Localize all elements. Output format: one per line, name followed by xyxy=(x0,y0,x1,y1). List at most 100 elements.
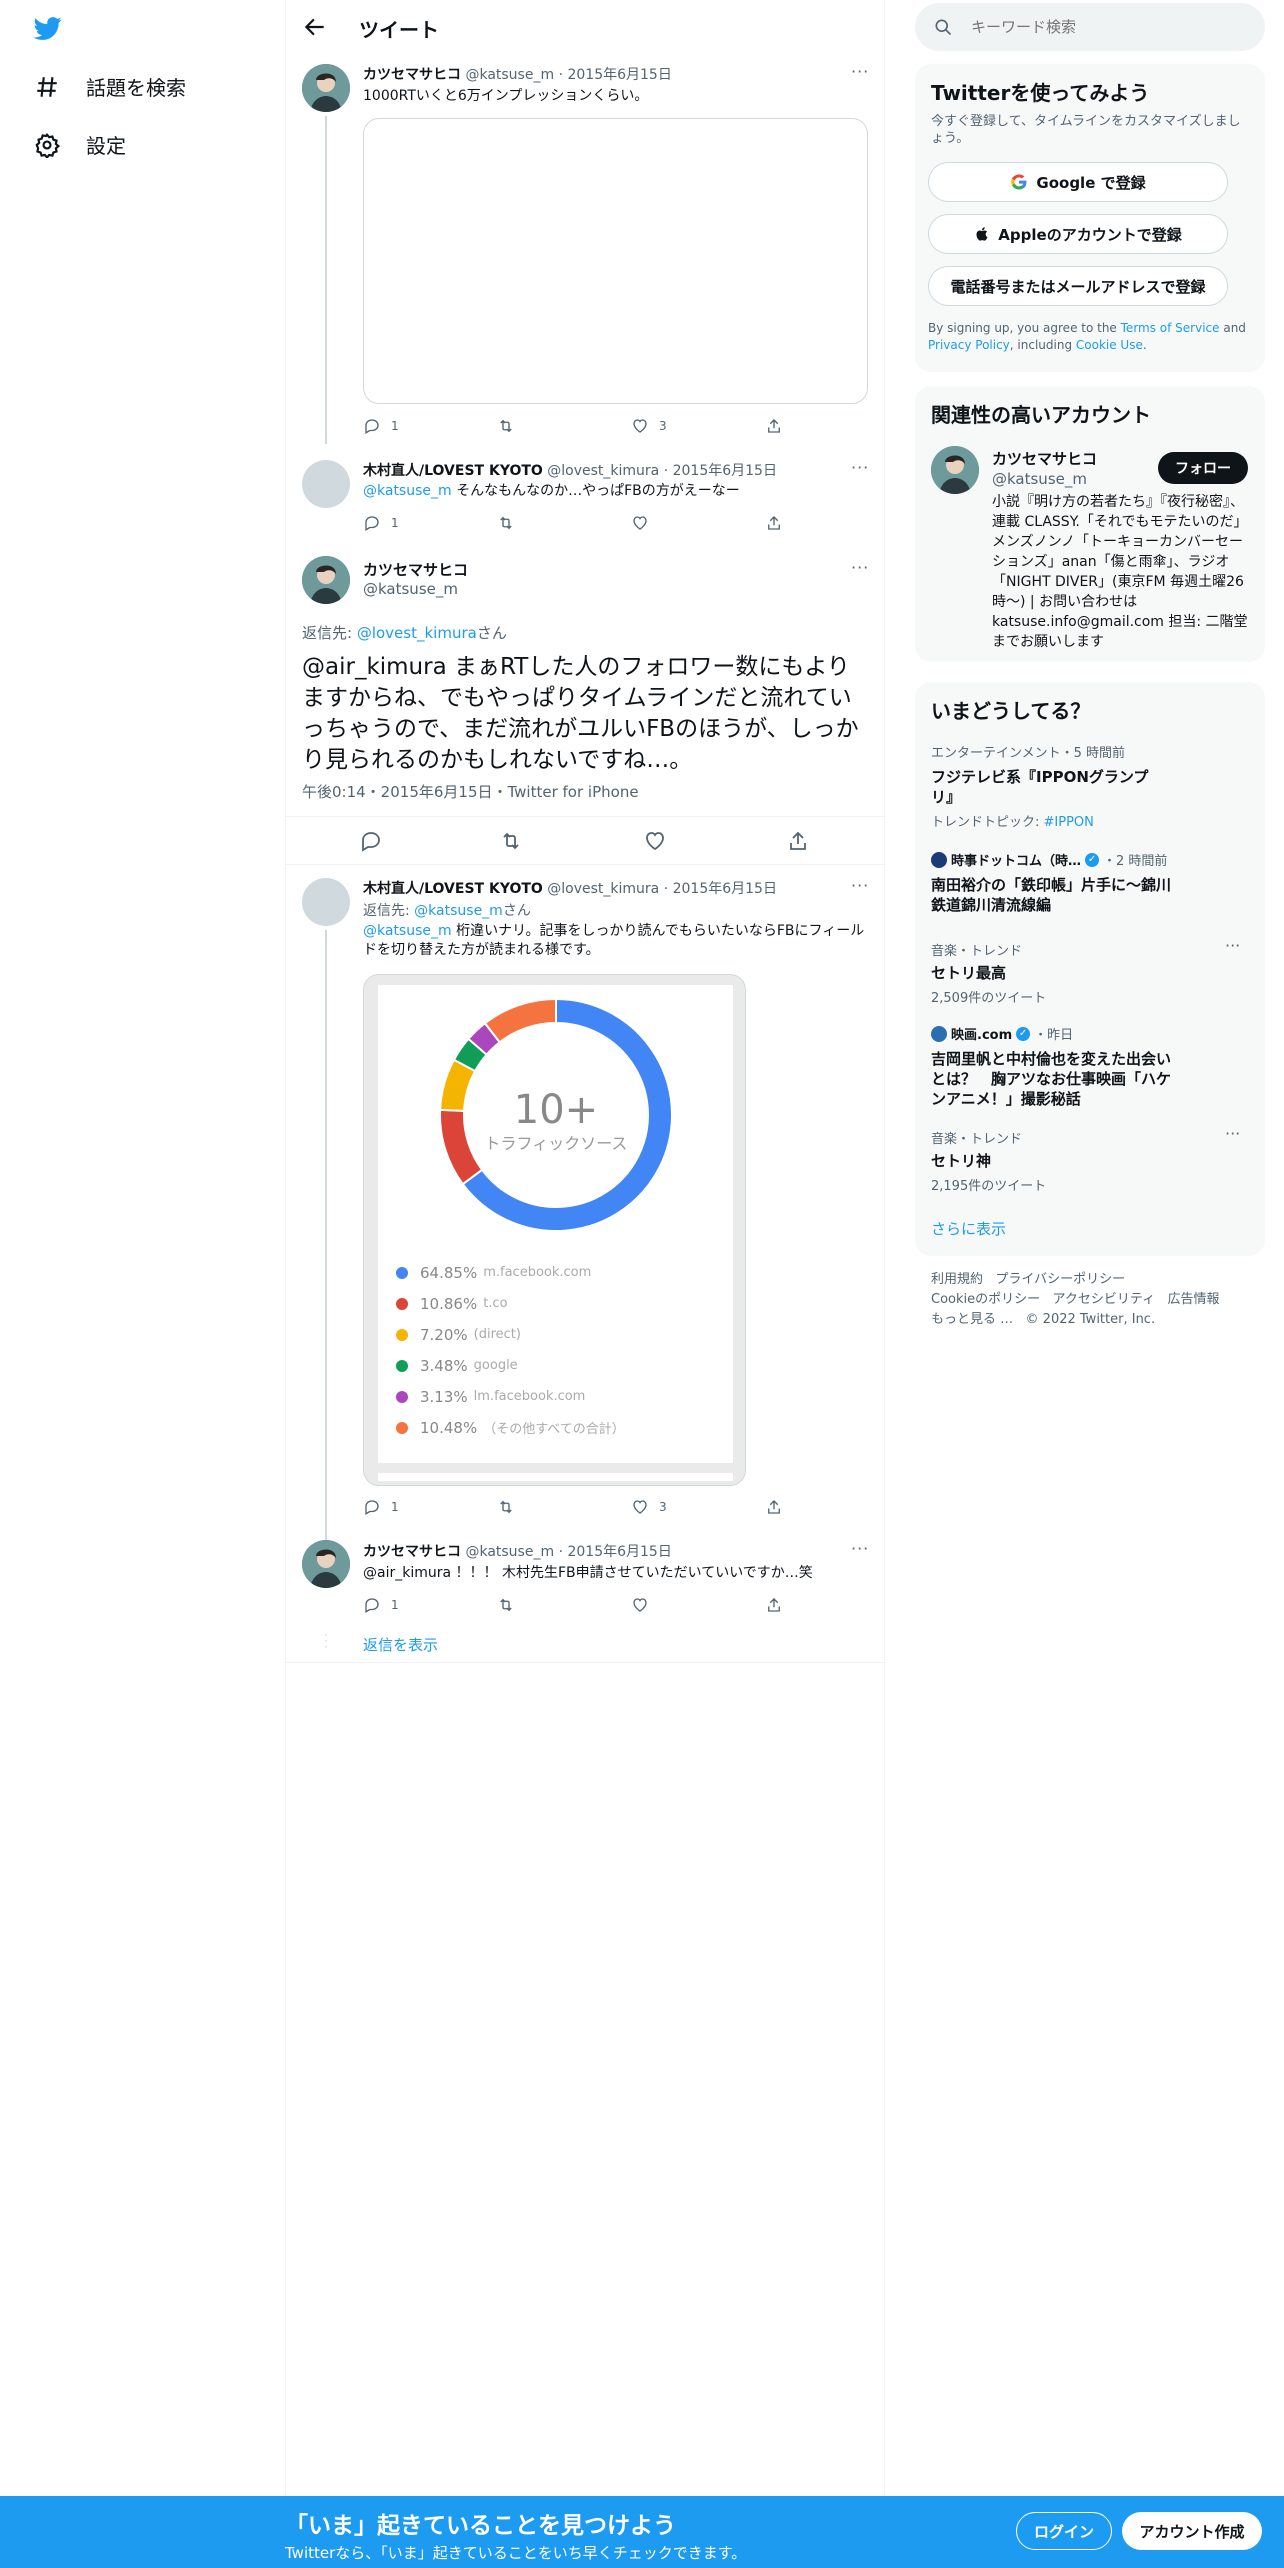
avatar[interactable] xyxy=(302,1540,350,1588)
main-tweet-actions xyxy=(286,826,886,856)
show-replies-link[interactable]: 返信を表示 xyxy=(363,1634,438,1655)
footer-terms[interactable]: 利用規約 xyxy=(931,1272,983,1287)
terms-link[interactable]: Terms of Service xyxy=(1121,321,1220,335)
avatar[interactable] xyxy=(302,64,350,112)
follow-button[interactable]: フォロー xyxy=(1158,452,1248,484)
hashtag-link[interactable]: #IPPON xyxy=(1044,815,1094,830)
avatar[interactable] xyxy=(302,460,350,508)
footer-cookie[interactable]: Cookieのポリシー xyxy=(931,1292,1040,1307)
search-input[interactable] xyxy=(971,18,1251,36)
media-card[interactable] xyxy=(363,118,868,404)
related-name[interactable]: カツセマサヒコ xyxy=(992,448,1097,469)
bottom-bar-subtitle: Twitterなら、「いま」起きていることをいち早くチェックできます。 xyxy=(285,2544,747,2562)
show-more-link[interactable]: さらに表示 xyxy=(931,1218,1006,1239)
like-button[interactable] xyxy=(631,1596,649,1614)
tweet-text: 1000RTいくと6万インプレッションくらい。 xyxy=(363,88,649,104)
heart-icon[interactable] xyxy=(643,829,667,853)
heart-icon xyxy=(633,1500,647,1514)
mention-link[interactable]: @katsuse_m xyxy=(363,483,452,499)
retweet-icon xyxy=(500,516,512,530)
avatar[interactable] xyxy=(302,556,350,604)
privacy-link[interactable]: Privacy Policy xyxy=(928,338,1010,352)
main-tweet-author[interactable]: カツセマサヒコ xyxy=(363,559,468,580)
retweet-button[interactable] xyxy=(497,1596,515,1614)
back-arrow-icon[interactable] xyxy=(302,14,328,40)
share-button[interactable] xyxy=(765,1596,783,1614)
nav-explore[interactable]: 話題を検索 xyxy=(34,72,186,101)
reply-button[interactable]: 1 xyxy=(363,514,399,532)
footer-privacy[interactable]: プライバシーポリシー xyxy=(995,1272,1125,1287)
like-count: 3 xyxy=(659,419,667,433)
search-bar[interactable] xyxy=(915,3,1265,51)
trend-count: 2,509件のツイート xyxy=(931,991,1047,1006)
retweet-icon xyxy=(500,1500,512,1514)
nav-settings[interactable]: 設定 xyxy=(34,130,126,159)
trend-item[interactable]: エンターテインメント・5 時間前 フジテレビ系『IPPONグランプリ』 トレンド… xyxy=(931,742,1251,830)
tweet-text: @air_kimura ！！！ 木村先生FB申請させていただいていいですか…笑 xyxy=(363,1565,813,1581)
tweet-author-name[interactable]: カツセマサヒコ xyxy=(363,67,461,83)
footer-ads[interactable]: 広告情報 xyxy=(1168,1292,1220,1307)
reply-button[interactable]: 1 xyxy=(363,1498,399,1516)
donut-slice-2 xyxy=(439,1108,484,1186)
donut-center-value: 10+ xyxy=(514,1087,598,1133)
replying-to-link[interactable]: @katsuse_m xyxy=(414,903,503,919)
share-button[interactable] xyxy=(765,417,783,435)
trend-item[interactable]: 音楽・トレンド セトリ神 2,195件のツイート ··· xyxy=(931,1124,1251,1194)
footer-accessibility[interactable]: アクセシビリティ xyxy=(1053,1292,1156,1307)
reply-count: 1 xyxy=(391,419,399,433)
like-button[interactable] xyxy=(631,514,649,532)
tweet-date[interactable]: 2015年6月15日 xyxy=(567,67,671,83)
share-button[interactable] xyxy=(765,514,783,532)
avatar[interactable] xyxy=(302,878,350,926)
more-options-icon[interactable]: ··· xyxy=(851,876,869,895)
trend-item[interactable]: 時事ドットコム（時… ✓ ・2 時間前 南田裕介の「鉄印帳」片手に～錦川鉄道錦川… xyxy=(931,850,1251,915)
tweet-author-name[interactable]: カツセマサヒコ xyxy=(363,1544,461,1560)
like-button[interactable]: 3 xyxy=(631,417,667,435)
share-icon xyxy=(768,1500,780,1514)
more-options-icon[interactable]: ··· xyxy=(851,62,869,81)
footer-more[interactable]: もっと見る … xyxy=(931,1312,1013,1327)
mention-link[interactable]: @katsuse_m xyxy=(363,923,452,939)
retweet-icon[interactable] xyxy=(499,829,523,853)
main-tweet-timestamp[interactable]: 午後0:14・2015年6月15日・Twitter for iPhone xyxy=(302,781,639,802)
tweet-date[interactable]: 2015年6月15日 xyxy=(673,463,777,479)
more-options-icon[interactable]: ··· xyxy=(851,1539,869,1558)
verified-badge-icon: ✓ xyxy=(1016,1026,1031,1041)
login-button[interactable]: ログイン xyxy=(1016,2512,1112,2550)
share-icon[interactable] xyxy=(786,829,810,853)
trend-item[interactable]: 音楽・トレンド セトリ最高 2,509件のツイート ··· xyxy=(931,936,1251,1006)
avatar[interactable] xyxy=(931,446,979,494)
phone-email-signup-button[interactable]: 電話番号またはメールアドレスで登録 xyxy=(928,266,1228,306)
more-options-icon[interactable]: ··· xyxy=(1225,1124,1240,1143)
like-button[interactable]: 3 xyxy=(631,1498,667,1516)
trend-title: 南田裕介の「鉄印帳」片手に～錦川鉄道錦川清流線編 xyxy=(931,876,1172,914)
tweet-date[interactable]: 2015年6月15日 xyxy=(567,1544,671,1560)
more-options-icon[interactable]: ··· xyxy=(851,558,869,577)
share-button[interactable] xyxy=(765,1498,783,1516)
apple-signup-button[interactable]: Appleのアカウントで登録 xyxy=(928,214,1228,254)
signup-button[interactable]: アカウント作成 xyxy=(1122,2512,1262,2550)
legend-swatch xyxy=(396,1297,408,1310)
replying-to-link[interactable]: @lovest_kimura xyxy=(357,624,477,642)
retweet-button[interactable] xyxy=(497,417,515,435)
google-signup-button[interactable]: Google で登録 xyxy=(928,162,1228,202)
tweet-date[interactable]: 2015年6月15日 xyxy=(673,881,777,897)
more-options-icon[interactable]: ··· xyxy=(851,458,869,477)
reply-button[interactable]: 1 xyxy=(363,417,399,435)
reply-button[interactable]: 1 xyxy=(363,1596,399,1614)
retweet-button[interactable] xyxy=(497,514,515,532)
legend-value: 7.20% xyxy=(420,1325,468,1344)
media-image[interactable]: 10+ トラフィックソース 64.85% m.facebook.com 10.86% t… xyxy=(363,974,746,1486)
google-signup-label: Google で登録 xyxy=(1036,173,1146,192)
cookie-link[interactable]: Cookie Use xyxy=(1076,338,1143,352)
tweet-author-name[interactable]: 木村直人/LOVEST KYOTO xyxy=(363,881,543,897)
reply-icon[interactable] xyxy=(359,829,383,853)
signup-card: Twitterを使ってみよう 今すぐ登録して、タイムラインをカスタマイズしましょ… xyxy=(915,64,1265,372)
twitter-logo-icon[interactable] xyxy=(32,14,64,42)
trend-item[interactable]: 映画.com ✓ ・昨日 吉岡里帆と中村倫也を変えた出会いとは？ 胸アツなお仕事… xyxy=(931,1024,1251,1109)
tweet-author-name[interactable]: 木村直人/LOVEST KYOTO xyxy=(363,463,543,479)
retweet-button[interactable] xyxy=(497,1498,515,1516)
more-options-icon[interactable]: ··· xyxy=(1225,936,1240,955)
avatar-image xyxy=(302,1540,350,1588)
tweet-header: 木村直人/LOVEST KYOTO @lovest_kimura · 2015年… xyxy=(363,463,777,479)
